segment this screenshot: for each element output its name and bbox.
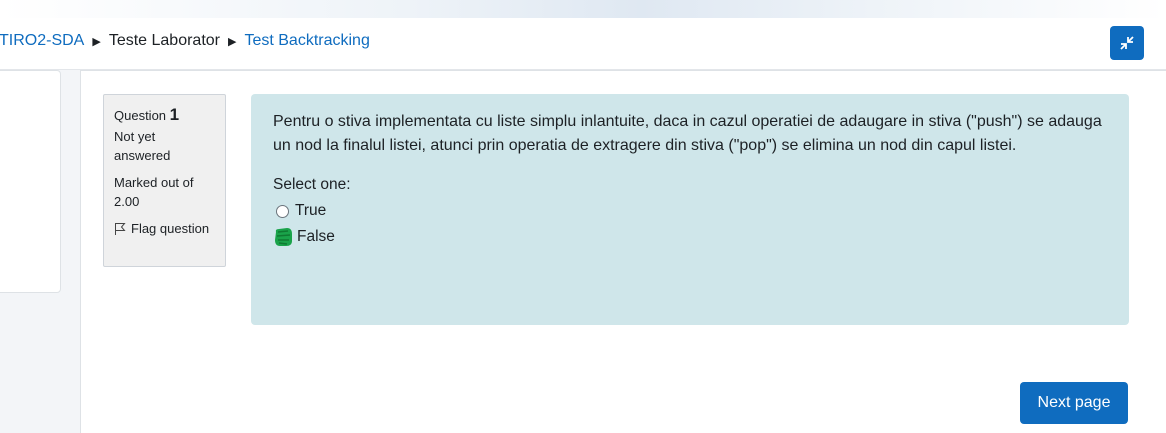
answer-prompt: Select one: [273, 176, 351, 193]
question-grade: Marked out of 2.00 [114, 175, 194, 209]
page-header-background [0, 0, 1166, 18]
answer-option-true[interactable]: True [273, 202, 1107, 220]
question-state: Not yet answered [114, 129, 171, 163]
breadcrumb-quiz[interactable]: Test Backtracking [244, 32, 369, 50]
breadcrumb-course[interactable]: TIRO2-SDA [0, 32, 84, 50]
question-info: Question 1 Not yet answered Marked out o… [103, 94, 226, 267]
flag-icon [115, 222, 126, 235]
radio-true[interactable] [276, 204, 289, 218]
question-text: Pentru o stiva implementata cu liste sim… [273, 113, 1102, 154]
collapse-arrows-icon [1120, 36, 1134, 50]
breadcrumb-separator-icon: ▶ [228, 35, 237, 48]
collapse-button[interactable] [1110, 26, 1144, 60]
answer-label-false: False [297, 228, 335, 245]
selected-scribble-icon[interactable] [273, 226, 295, 248]
next-page-button[interactable]: Next page [1020, 382, 1128, 424]
breadcrumb-section[interactable]: Teste Laborator [109, 32, 220, 50]
answer-label-true: True [295, 202, 327, 219]
flag-question-link[interactable]: Flag question [114, 219, 215, 238]
flag-question-label: Flag question [131, 221, 210, 236]
question-number: Question 1 [114, 105, 180, 124]
header-bar: TIRO2-SDA ▶ Teste Laborator ▶ Test Backt… [0, 18, 1166, 70]
answer-option-false[interactable]: False [273, 226, 1107, 248]
breadcrumb: TIRO2-SDA ▶ Teste Laborator ▶ Test Backt… [0, 32, 370, 50]
breadcrumb-separator-icon: ▶ [92, 35, 101, 48]
quiz-navigation-panel [0, 70, 61, 293]
question-content: Pentru o stiva implementata cu liste sim… [251, 94, 1129, 325]
